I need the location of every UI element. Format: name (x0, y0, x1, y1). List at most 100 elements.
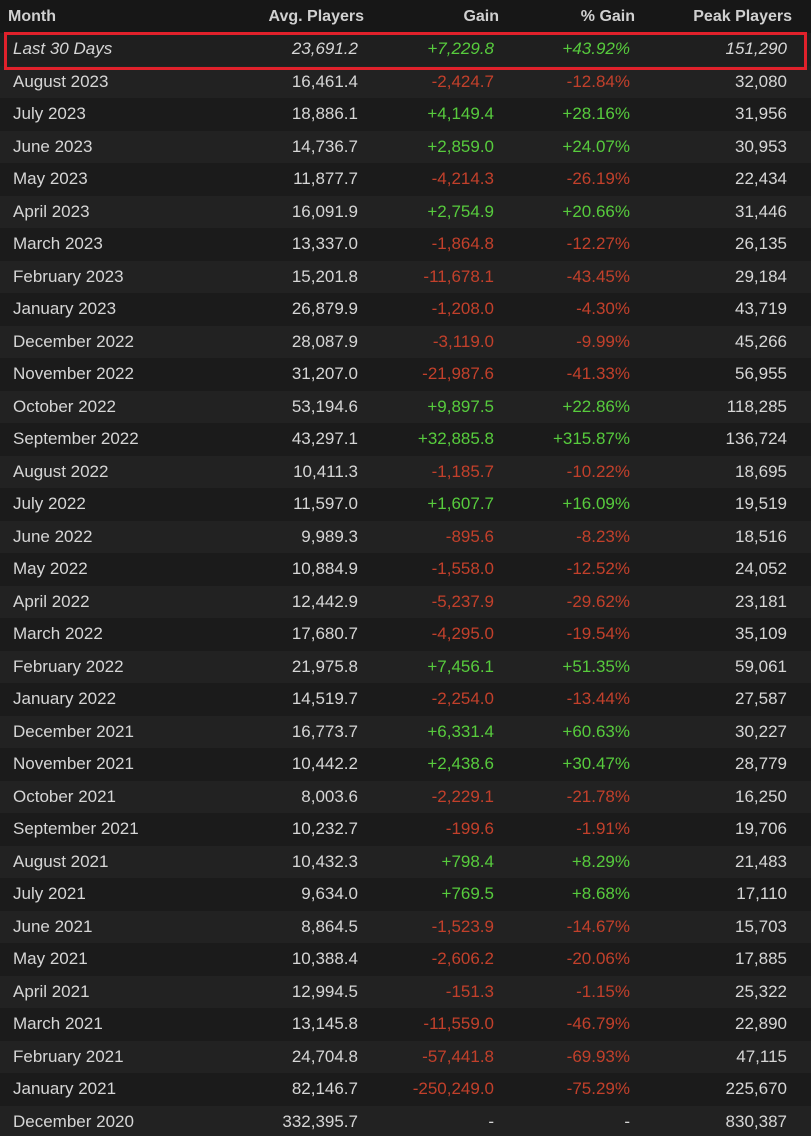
table-row: April 2022 12,442.9 -5,237.9 -29.62% 23,181 (0, 585, 811, 618)
row-gain: -151.3 (367, 975, 507, 1008)
row-month: October 2021 (0, 780, 207, 813)
player-stats-page: Month Avg. Players Gain % Gain Peak Play… (0, 0, 811, 1136)
table-row: June 2022 9,989.3 -895.6 -8.23% 18,516 (0, 520, 811, 553)
row-avg-players: 31,207.0 (207, 358, 367, 391)
row-percent-gain: +28.16% (507, 98, 639, 131)
row-avg-players: 18,886.1 (207, 98, 367, 131)
row-avg-players: 11,597.0 (207, 488, 367, 521)
row-percent-gain: -1.91% (507, 813, 639, 846)
row-month: January 2023 (0, 293, 207, 326)
row-gain: -11,678.1 (367, 260, 507, 293)
row-percent-gain: -13.44% (507, 683, 639, 716)
row-month: April 2023 (0, 195, 207, 228)
row-month: August 2022 (0, 455, 207, 488)
table-row: April 2021 12,994.5 -151.3 -1.15% 25,322 (0, 975, 811, 1008)
row-peak-players: 26,135 (639, 228, 811, 261)
row-month: January 2022 (0, 683, 207, 716)
row-avg-players: 10,232.7 (207, 813, 367, 846)
row-peak-players: 35,109 (639, 618, 811, 651)
row-month: June 2023 (0, 130, 207, 163)
row-month: June 2022 (0, 520, 207, 553)
row-percent-gain: +60.63% (507, 715, 639, 748)
row-gain: -4,214.3 (367, 163, 507, 196)
row-month: February 2022 (0, 650, 207, 683)
row-peak-players: 21,483 (639, 845, 811, 878)
row-avg-players: 10,432.3 (207, 845, 367, 878)
header-avg-players[interactable]: Avg. Players (207, 0, 367, 33)
summary-gain: +7,229.8 (367, 33, 507, 66)
row-percent-gain: -12.27% (507, 228, 639, 261)
row-percent-gain: -20.06% (507, 943, 639, 976)
row-percent-gain: -29.62% (507, 585, 639, 618)
table-row: February 2023 15,201.8 -11,678.1 -43.45% 29,… (0, 260, 811, 293)
row-avg-players: 9,989.3 (207, 520, 367, 553)
row-percent-gain: +24.07% (507, 130, 639, 163)
row-percent-gain: -12.84% (507, 65, 639, 98)
row-month: June 2021 (0, 910, 207, 943)
table-row: March 2023 13,337.0 -1,864.8 -12.27% 26,135 (0, 228, 811, 261)
row-avg-players: 21,975.8 (207, 650, 367, 683)
row-gain: -1,864.8 (367, 228, 507, 261)
row-peak-players: 47,115 (639, 1040, 811, 1073)
table-row: June 2021 8,864.5 -1,523.9 -14.67% 15,703 (0, 910, 811, 943)
row-gain: -1,558.0 (367, 553, 507, 586)
row-avg-players: 16,461.4 (207, 65, 367, 98)
summary-avg-players: 23,691.2 (207, 33, 367, 66)
table-body: Last 30 Days 23,691.2 +7,229.8 +43.92% 1… (0, 33, 811, 1136)
table-row: May 2021 10,388.4 -2,606.2 -20.06% 17,885 (0, 943, 811, 976)
row-peak-players: 45,266 (639, 325, 811, 358)
row-peak-players: 18,695 (639, 455, 811, 488)
row-gain: +2,438.6 (367, 748, 507, 781)
row-gain: - (367, 1105, 507, 1136)
row-percent-gain: -26.19% (507, 163, 639, 196)
table-row: February 2021 24,704.8 -57,441.8 -69.93% 47,… (0, 1040, 811, 1073)
row-gain: -1,523.9 (367, 910, 507, 943)
table-row: February 2022 21,975.8 +7,456.1 +51.35% 59,0… (0, 650, 811, 683)
row-peak-players: 19,706 (639, 813, 811, 846)
row-percent-gain: +22.86% (507, 390, 639, 423)
row-avg-players: 43,297.1 (207, 423, 367, 456)
table-row: April 2023 16,091.9 +2,754.9 +20.66% 31,446 (0, 195, 811, 228)
table-row: July 2021 9,634.0 +769.5 +8.68% 17,110 (0, 878, 811, 911)
monthly-player-stats-table: Month Avg. Players Gain % Gain Peak Play… (0, 0, 811, 1136)
row-gain: -895.6 (367, 520, 507, 553)
row-percent-gain: -12.52% (507, 553, 639, 586)
row-avg-players: 14,519.7 (207, 683, 367, 716)
row-gain: +4,149.4 (367, 98, 507, 131)
row-avg-players: 26,879.9 (207, 293, 367, 326)
row-percent-gain: -21.78% (507, 780, 639, 813)
row-percent-gain: -75.29% (507, 1073, 639, 1106)
row-peak-players: 43,719 (639, 293, 811, 326)
table-header: Month Avg. Players Gain % Gain Peak Play… (0, 0, 811, 33)
row-gain: -199.6 (367, 813, 507, 846)
row-percent-gain: +8.68% (507, 878, 639, 911)
row-peak-players: 25,322 (639, 975, 811, 1008)
table-row: August 2021 10,432.3 +798.4 +8.29% 21,483 (0, 845, 811, 878)
row-gain: -1,208.0 (367, 293, 507, 326)
row-month: March 2023 (0, 228, 207, 261)
row-peak-players: 32,080 (639, 65, 811, 98)
row-avg-players: 24,704.8 (207, 1040, 367, 1073)
row-peak-players: 118,285 (639, 390, 811, 423)
row-peak-players: 16,250 (639, 780, 811, 813)
row-avg-players: 10,388.4 (207, 943, 367, 976)
row-month: February 2023 (0, 260, 207, 293)
row-month: May 2023 (0, 163, 207, 196)
table-row: September 2022 43,297.1 +32,885.8 +315.87% 1… (0, 423, 811, 456)
row-peak-players: 30,953 (639, 130, 811, 163)
row-gain: -5,237.9 (367, 585, 507, 618)
row-percent-gain: -19.54% (507, 618, 639, 651)
row-gain: -2,229.1 (367, 780, 507, 813)
row-peak-players: 136,724 (639, 423, 811, 456)
row-month: November 2021 (0, 748, 207, 781)
header-peak-players[interactable]: Peak Players (639, 0, 811, 33)
header-month[interactable]: Month (0, 0, 207, 33)
header-percent-gain[interactable]: % Gain (507, 0, 639, 33)
row-peak-players: 17,885 (639, 943, 811, 976)
header-gain[interactable]: Gain (367, 0, 507, 33)
table-row: January 2022 14,519.7 -2,254.0 -13.44% 27,58… (0, 683, 811, 716)
row-gain: +769.5 (367, 878, 507, 911)
row-peak-players: 22,434 (639, 163, 811, 196)
table-row: July 2023 18,886.1 +4,149.4 +28.16% 31,956 (0, 98, 811, 131)
row-gain: -3,119.0 (367, 325, 507, 358)
